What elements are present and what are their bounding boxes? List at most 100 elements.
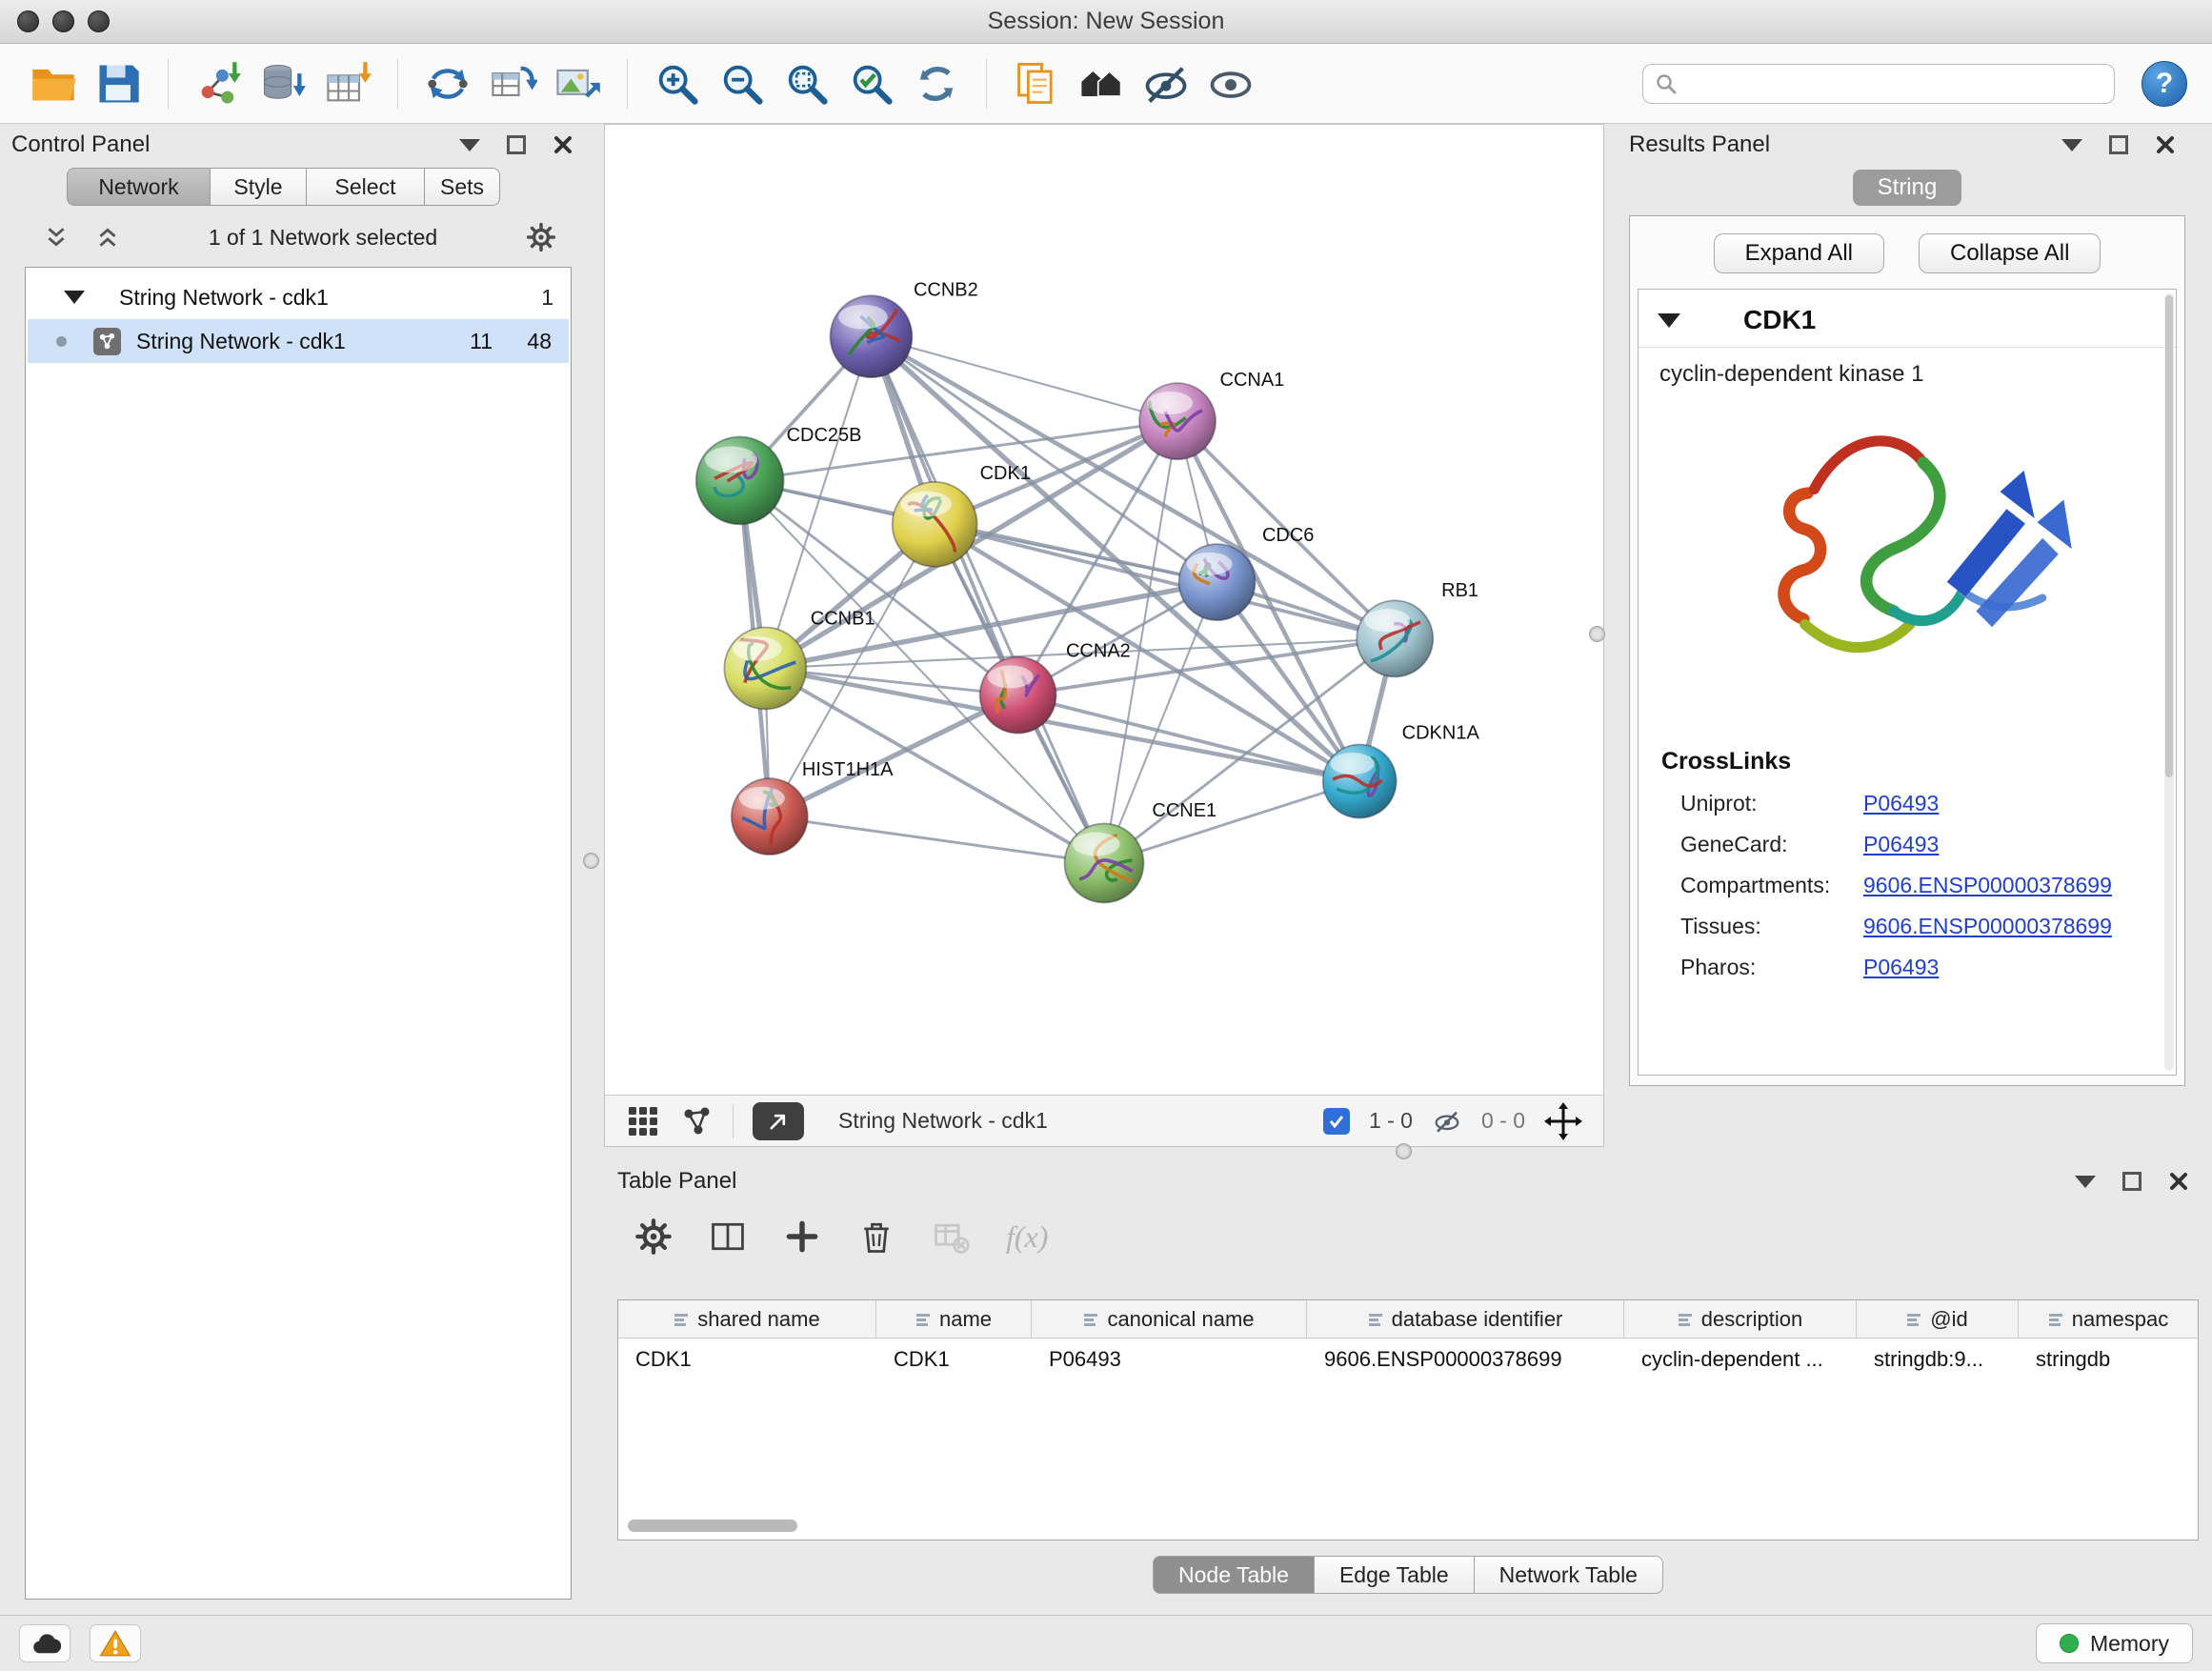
hidden-items-button[interactable] xyxy=(1432,1106,1462,1137)
memory-button[interactable]: Memory xyxy=(2036,1623,2193,1663)
export-table-button[interactable] xyxy=(484,53,541,114)
warnings-button[interactable] xyxy=(90,1624,141,1662)
expand-all-button[interactable]: Expand All xyxy=(1714,233,1884,273)
table-options-button[interactable] xyxy=(634,1218,673,1256)
tab-node-table[interactable]: Node Table xyxy=(1153,1556,1315,1594)
tab-select[interactable]: Select xyxy=(307,168,425,206)
toolbar-separator xyxy=(986,59,987,109)
column-header[interactable]: name xyxy=(876,1300,1032,1338)
column-header[interactable]: namespac xyxy=(2019,1300,2198,1338)
crosslink-genecard-link[interactable]: P06493 xyxy=(1863,832,1939,857)
birdseye-view-button[interactable] xyxy=(1073,53,1130,114)
tab-edge-table[interactable]: Edge Table xyxy=(1315,1556,1475,1594)
help-button[interactable]: ? xyxy=(2142,61,2187,107)
zoom-selected-button[interactable] xyxy=(843,53,900,114)
splitter-handle[interactable] xyxy=(1396,1143,1412,1159)
open-in-window-button[interactable] xyxy=(753,1102,804,1140)
table-row[interactable]: CDK1 CDK1 P06493 9606.ENSP00000378699 cy… xyxy=(618,1339,2198,1380)
search-input[interactable] xyxy=(1687,71,2102,96)
crosslink-compartments-link[interactable]: 9606.ENSP00000378699 xyxy=(1863,873,2112,898)
tree-expanded-icon[interactable] xyxy=(64,291,85,304)
network-row-selected[interactable]: String Network - cdk1 11 48 xyxy=(28,319,569,363)
import-network-file-button[interactable] xyxy=(190,53,247,114)
network-collection-row[interactable]: String Network - cdk1 1 xyxy=(26,275,571,319)
selected-node-edge-counts: 1 - 0 xyxy=(1369,1108,1413,1134)
panel-float-icon[interactable] xyxy=(2109,135,2128,154)
crosslink-tissues-link[interactable]: 9606.ENSP00000378699 xyxy=(1863,914,2112,939)
import-network-database-button[interactable] xyxy=(254,53,312,114)
node-label-RB1: RB1 xyxy=(1441,580,1478,601)
panel-close-icon[interactable] xyxy=(553,134,573,155)
merge-networks-button[interactable] xyxy=(419,53,476,114)
zoom-selected-icon xyxy=(847,59,896,109)
export-image-button[interactable] xyxy=(549,53,606,114)
network-graph-canvas[interactable]: CCNB2CCNA1CDC25BCDK1CDC6RB1CCNB1CCNA2CDK… xyxy=(605,125,1603,1095)
column-header[interactable]: @id xyxy=(1857,1300,2019,1338)
column-header[interactable]: database identifier xyxy=(1307,1300,1624,1338)
network-tree: String Network - cdk1 1 String Network -… xyxy=(25,267,572,1600)
table-header-row: shared name name canonical name database… xyxy=(618,1300,2198,1339)
panel-menu-icon[interactable] xyxy=(2061,139,2082,151)
panel-float-icon[interactable] xyxy=(2122,1172,2142,1191)
tab-style[interactable]: Style xyxy=(211,168,307,206)
tab-sets[interactable]: Sets xyxy=(425,168,500,206)
hide-selected-button[interactable] xyxy=(1137,53,1195,114)
panel-close-icon[interactable] xyxy=(2168,1171,2189,1192)
network-collection-count: 1 xyxy=(510,285,553,311)
copy-view-button[interactable] xyxy=(1008,53,1065,114)
add-column-button[interactable] xyxy=(783,1218,821,1256)
network-node-count: 11 xyxy=(449,329,493,354)
crosslink-pharos-link[interactable]: P06493 xyxy=(1863,955,1939,980)
network-selection-summary: 1 of 1 Network selected xyxy=(209,225,437,251)
table-panel-header: Table Panel xyxy=(617,1160,2199,1202)
network-view-toolbar: String Network - cdk1 1 - 0 0 - 0 xyxy=(605,1095,1603,1146)
horizontal-scrollbar[interactable] xyxy=(628,1520,797,1532)
open-session-button[interactable] xyxy=(25,53,82,114)
search-box[interactable] xyxy=(1642,64,2115,104)
network-type-icon xyxy=(93,328,121,355)
network-overview-button[interactable] xyxy=(679,1104,714,1138)
window-minimize-button[interactable] xyxy=(52,10,74,32)
save-session-button[interactable] xyxy=(90,53,147,114)
zoom-out-button[interactable] xyxy=(714,53,771,114)
grid-view-button[interactable] xyxy=(626,1104,660,1138)
show-columns-button[interactable] xyxy=(709,1218,747,1256)
collapse-all-networks-button[interactable] xyxy=(44,225,69,250)
window-close-button[interactable] xyxy=(17,10,39,32)
window-controls xyxy=(17,0,110,43)
column-type-icon xyxy=(2048,1312,2063,1327)
node-table: shared name name canonical name database… xyxy=(617,1299,2199,1540)
tab-network[interactable]: Network xyxy=(67,168,211,206)
crosslink-uniprot-link[interactable]: P06493 xyxy=(1863,791,1939,816)
entry-collapse-icon[interactable] xyxy=(1658,313,1680,328)
delete-column-button[interactable] xyxy=(857,1218,895,1256)
window-zoom-button[interactable] xyxy=(88,10,110,32)
collapse-all-button[interactable]: Collapse All xyxy=(1919,233,2101,273)
network-options-button[interactable] xyxy=(526,222,556,252)
cloud-status-button[interactable] xyxy=(19,1624,70,1662)
zoom-in-button[interactable] xyxy=(649,53,706,114)
zoom-in-icon xyxy=(653,59,702,109)
column-header[interactable]: shared name xyxy=(618,1300,876,1338)
tab-network-table[interactable]: Network Table xyxy=(1475,1556,1663,1594)
pan-mode-button[interactable] xyxy=(1544,1102,1582,1140)
splitter-handle[interactable] xyxy=(583,853,599,869)
splitter-handle[interactable] xyxy=(1589,626,1605,642)
selected-checkbox-icon[interactable] xyxy=(1323,1108,1350,1135)
import-table-button[interactable] xyxy=(319,53,376,114)
gene-entry-card: CDK1 cyclin-dependent kinase 1 xyxy=(1638,289,2177,1076)
apply-layout-button[interactable] xyxy=(908,53,965,114)
tab-string[interactable]: String xyxy=(1853,170,1961,206)
zoom-fit-button[interactable] xyxy=(778,53,835,114)
main-toolbar: ? xyxy=(0,44,2212,124)
panel-menu-icon[interactable] xyxy=(459,139,480,151)
results-scrollbar[interactable] xyxy=(2164,293,2174,1071)
column-header[interactable]: description xyxy=(1624,1300,1857,1338)
expand-all-networks-button[interactable] xyxy=(95,225,120,250)
hidden-node-edge-counts: 0 - 0 xyxy=(1481,1108,1525,1134)
panel-float-icon[interactable] xyxy=(507,135,526,154)
panel-close-icon[interactable] xyxy=(2155,134,2176,155)
show-all-button[interactable] xyxy=(1202,53,1259,114)
panel-menu-icon[interactable] xyxy=(2075,1176,2096,1188)
column-header[interactable]: canonical name xyxy=(1032,1300,1307,1338)
